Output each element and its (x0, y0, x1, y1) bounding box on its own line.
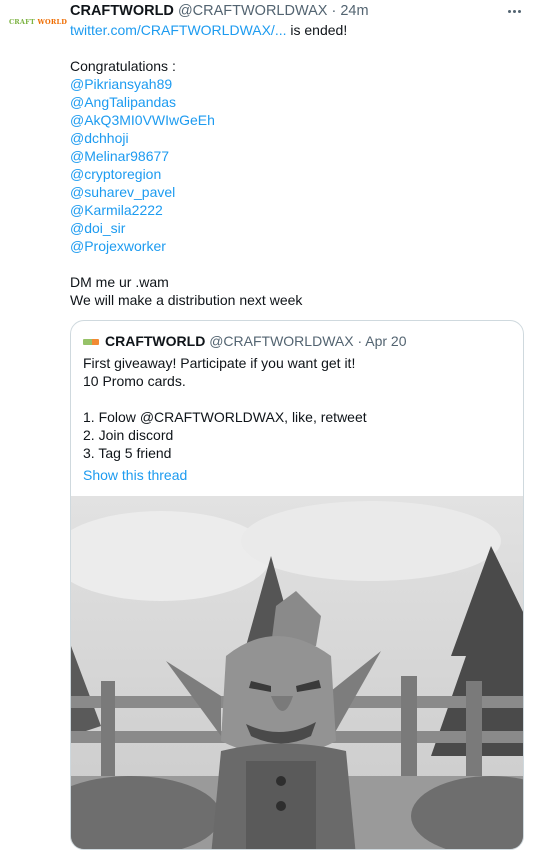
author-handle[interactable]: @CRAFTWORLDWAX (178, 3, 328, 19)
tweet-text: twitter.com/CRAFTWORLDWAX/... is ended! … (70, 21, 526, 309)
mention-link[interactable]: @suharev_pavel (70, 184, 175, 200)
quoted-avatar (83, 339, 99, 346)
mention-link[interactable]: @AngTalipandas (70, 94, 176, 110)
avatar[interactable]: CRAFT WORLD (9, 10, 67, 34)
distribution-text: We will make a distribution next week (70, 292, 303, 308)
tweet[interactable]: CRAFT WORLD CRAFTWORLD @CRAFTWORLDWAX · … (0, 0, 540, 850)
quoted-line: First giveaway! Participate if you want … (83, 355, 356, 371)
quoted-step: 2. Join discord (83, 427, 174, 443)
tweet-url-link[interactable]: twitter.com/CRAFTWORLDWAX/... (70, 22, 287, 38)
goblin-character-image (71, 496, 523, 849)
mention-link[interactable]: @Pikriansyah89 (70, 76, 172, 92)
more-options-icon[interactable] (504, 1, 524, 21)
mention-link[interactable]: @Melinar98677 (70, 148, 169, 164)
author-name[interactable]: CRAFTWORLD (70, 3, 174, 19)
quoted-step: 3. Tag 5 friend (83, 445, 172, 461)
mention-link[interactable]: @cryptoregion (70, 166, 161, 182)
quoted-step: 1. Folow @CRAFTWORLDWAX, like, retweet (83, 409, 367, 425)
mention-link[interactable]: @Projexworker (70, 238, 166, 254)
quoted-author-name: CRAFTWORLD (105, 333, 206, 349)
mention-link[interactable]: @dchhoji (70, 130, 129, 146)
separator-dot: · (331, 3, 337, 19)
quoted-tweet-header: CRAFTWORLD @CRAFTWORLDWAX · Apr 20 (83, 332, 407, 350)
quoted-media-image[interactable] (71, 496, 523, 849)
tweet-header: CRAFTWORLD @CRAFTWORLDWAX · 24m (70, 1, 526, 21)
separator-dot: · (357, 333, 363, 349)
mention-link[interactable]: @Karmila2222 (70, 202, 163, 218)
quoted-tweet[interactable]: CRAFTWORLD @CRAFTWORLDWAX · Apr 20 First… (70, 320, 524, 850)
craftworld-logo: CRAFT WORLD (8, 18, 68, 26)
mention-link[interactable]: @AkQ3MI0VWIwGeEh (70, 112, 215, 128)
quoted-tweet-text: First giveaway! Participate if you want … (83, 354, 513, 484)
quoted-date: Apr 20 (365, 333, 407, 349)
dm-text: DM me ur .wam (70, 274, 169, 290)
quoted-mention: @CRAFTWORLDWAX (139, 409, 285, 425)
tweet-line-link: twitter.com/CRAFTWORLDWAX/... is ended! (70, 21, 526, 39)
tweet-timestamp[interactable]: 24m (340, 3, 368, 19)
congratulations-text: Congratulations : (70, 58, 176, 74)
quoted-line: 10 Promo cards. (83, 373, 186, 389)
quoted-author-handle: @CRAFTWORLDWAX (209, 333, 354, 349)
mention-link[interactable]: @doi_sir (70, 220, 125, 236)
show-thread-link[interactable]: Show this thread (83, 467, 187, 483)
ended-text: is ended! (286, 22, 348, 38)
